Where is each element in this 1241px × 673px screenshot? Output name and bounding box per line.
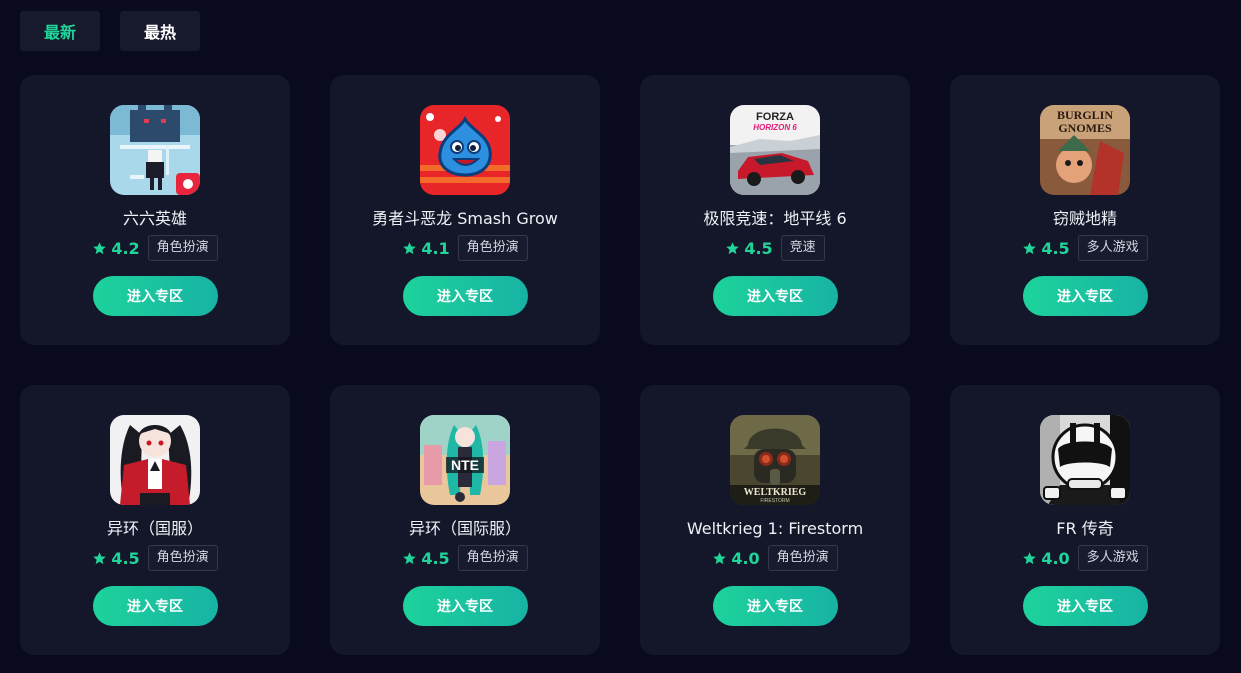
genre-tag[interactable]: 角色扮演 xyxy=(457,545,528,571)
genre-tag[interactable]: 多人游戏 xyxy=(1077,545,1148,571)
rating-value: 4.0 xyxy=(731,548,760,568)
game-card: WELTKRIEG FIRESTORM Weltkrieg 1: Firesto… xyxy=(640,385,910,655)
game-meta: 4.1 角色扮演 xyxy=(402,235,528,261)
rating-value: 4.5 xyxy=(421,548,450,568)
pixel-hero-icon[interactable] xyxy=(110,105,200,195)
genre-tag[interactable]: 多人游戏 xyxy=(1077,235,1148,261)
rating-value: 4.2 xyxy=(111,238,140,258)
genre-tag[interactable]: 角色扮演 xyxy=(457,235,528,261)
rating-value: 4.0 xyxy=(1041,548,1070,568)
forza-horizon-icon[interactable]: FORZA HORIZON 6 xyxy=(730,105,820,195)
game-grid: 六六英雄 4.2 角色扮演 进入专区 勇者斗恶龙 Smash Grow 4.1 … xyxy=(20,75,1220,655)
burglin-gnomes-icon[interactable]: BURGLIN GNOMES xyxy=(1040,105,1130,195)
game-title: 极限竞速：地平线 6 xyxy=(703,209,847,228)
game-meta: 4.5 竞速 xyxy=(725,235,825,261)
game-title: 异环（国服） xyxy=(106,519,203,538)
rating: 4.2 xyxy=(92,238,140,258)
game-card: NTE 异环（国际服） 4.5 角色扮演 进入专区 xyxy=(330,385,600,655)
game-card: 六六英雄 4.2 角色扮演 进入专区 xyxy=(20,75,290,345)
enter-zone-button[interactable]: 进入专区 xyxy=(1022,276,1148,316)
tab-hottest[interactable]: 最热 xyxy=(120,11,200,51)
weltkrieg-text: WELTKRIEG xyxy=(744,487,807,498)
forza-sub-text: HORIZON 6 xyxy=(753,123,797,132)
racing-helmet-icon[interactable] xyxy=(1040,415,1130,505)
nte-icon[interactable]: NTE xyxy=(420,415,510,505)
game-title: FR 传奇 xyxy=(1056,519,1114,538)
game-title: 六六英雄 xyxy=(122,209,187,228)
forza-top-text: FORZA xyxy=(756,111,794,123)
game-meta: 4.2 角色扮演 xyxy=(92,235,218,261)
genre-tag[interactable]: 角色扮演 xyxy=(147,545,218,571)
game-card: 异环（国服） 4.5 角色扮演 进入专区 xyxy=(20,385,290,655)
enter-zone-button[interactable]: 进入专区 xyxy=(712,586,838,626)
rating: 4.0 xyxy=(1022,548,1070,568)
rating: 4.1 xyxy=(402,238,450,258)
game-card: FR 传奇 4.0 多人游戏 进入专区 xyxy=(950,385,1220,655)
game-card: FORZA HORIZON 6 极限竞速：地平线 6 4.5 竞速 进入专区 xyxy=(640,75,910,345)
burglin-line1: BURGLIN xyxy=(1057,108,1113,122)
game-title: 窃贼地精 xyxy=(1052,209,1117,228)
blue-slime-icon[interactable] xyxy=(420,105,510,195)
enter-zone-button[interactable]: 进入专区 xyxy=(402,586,528,626)
game-title: 勇者斗恶龙 Smash Grow xyxy=(372,209,558,228)
game-title: 异环（国际服） xyxy=(408,519,521,538)
rating-value: 4.1 xyxy=(421,238,450,258)
star-icon xyxy=(1023,241,1037,254)
rating: 4.5 xyxy=(402,548,450,568)
star-icon xyxy=(713,551,727,564)
game-card: BURGLIN GNOMES 窃贼地精 4.5 多人游戏 进入专区 xyxy=(950,75,1220,345)
burglin-line2: GNOMES xyxy=(1058,121,1112,135)
genre-tag[interactable]: 竞速 xyxy=(780,235,825,261)
enter-zone-button[interactable]: 进入专区 xyxy=(712,276,838,316)
game-meta: 4.5 多人游戏 xyxy=(1022,235,1148,261)
star-icon xyxy=(726,241,740,254)
game-meta: 4.5 角色扮演 xyxy=(402,545,528,571)
tab-bar: 最新 最热 xyxy=(20,11,200,51)
rating-value: 4.5 xyxy=(744,238,773,258)
nte-logo-text: NTE xyxy=(451,457,479,473)
gas-mask-soldier-icon[interactable]: WELTKRIEG FIRESTORM xyxy=(730,415,820,505)
anime-girl-icon[interactable] xyxy=(110,415,200,505)
genre-tag[interactable]: 角色扮演 xyxy=(147,235,218,261)
firestorm-text: FIRESTORM xyxy=(760,498,789,504)
rating: 4.5 xyxy=(92,548,140,568)
enter-zone-button[interactable]: 进入专区 xyxy=(92,276,218,316)
star-icon xyxy=(93,241,107,254)
rating-value: 4.5 xyxy=(111,548,140,568)
rating: 4.5 xyxy=(1022,238,1070,258)
star-icon xyxy=(403,551,417,564)
rating-value: 4.5 xyxy=(1041,238,1070,258)
tab-newest[interactable]: 最新 xyxy=(20,11,100,51)
enter-zone-button[interactable]: 进入专区 xyxy=(92,586,218,626)
game-meta: 4.0 多人游戏 xyxy=(1022,545,1148,571)
game-meta: 4.0 角色扮演 xyxy=(712,545,838,571)
star-icon xyxy=(93,551,107,564)
genre-tag[interactable]: 角色扮演 xyxy=(767,545,838,571)
enter-zone-button[interactable]: 进入专区 xyxy=(1022,586,1148,626)
game-card: 勇者斗恶龙 Smash Grow 4.1 角色扮演 进入专区 xyxy=(330,75,600,345)
game-title: Weltkrieg 1: Firestorm xyxy=(686,519,864,538)
enter-zone-button[interactable]: 进入专区 xyxy=(402,276,528,316)
rating: 4.5 xyxy=(725,238,773,258)
rating: 4.0 xyxy=(712,548,760,568)
star-icon xyxy=(403,241,417,254)
star-icon xyxy=(1023,551,1037,564)
game-meta: 4.5 角色扮演 xyxy=(92,545,218,571)
